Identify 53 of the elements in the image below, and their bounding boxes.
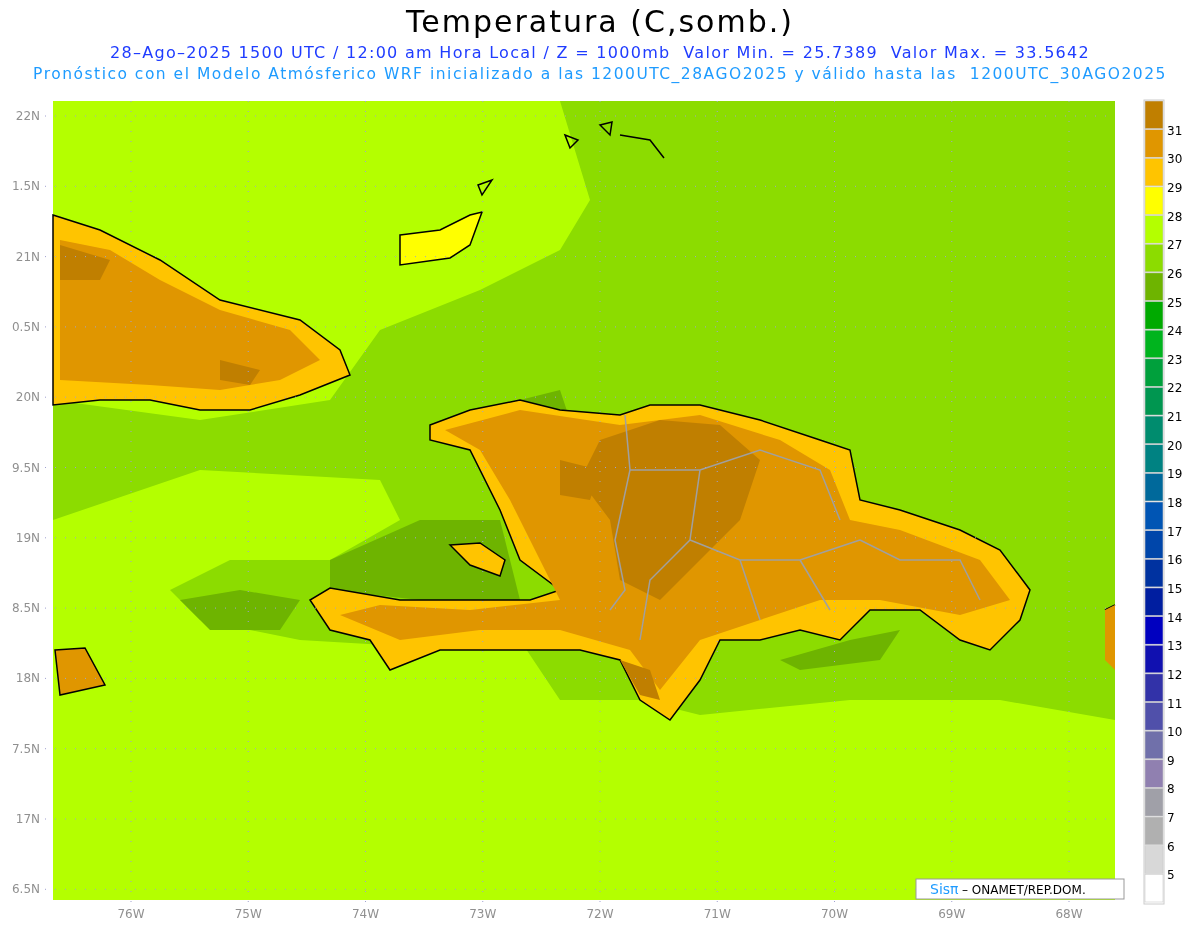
colorbar-label: 14 — [1167, 610, 1183, 625]
colorbar-label: 28 — [1167, 209, 1183, 224]
colorbar-label: 17 — [1167, 524, 1183, 539]
logo-text: Sisπ — [930, 881, 959, 897]
latitude-label: 17N — [15, 812, 40, 826]
colorbar-label: 13 — [1167, 639, 1183, 654]
colorbar-label: 27 — [1167, 238, 1183, 253]
latitude-label: 22N — [15, 109, 40, 123]
colorbar-label: 18 — [1167, 496, 1183, 510]
colorbar-label: 26 — [1167, 266, 1183, 281]
latitude-label: 9.5N — [11, 460, 40, 475]
colorbar-label: 21 — [1167, 410, 1183, 425]
colorbar-label: 8 — [1167, 782, 1175, 797]
longitude-label: 73W — [469, 907, 497, 921]
longitude-label: 76W — [117, 907, 145, 921]
colorbar-label: 16 — [1167, 553, 1183, 568]
longitude-label: 71W — [703, 907, 731, 921]
colorbar-label: 6 — [1167, 839, 1175, 854]
colorbar-label: 31 — [1167, 123, 1183, 138]
longitude-label: 75W — [234, 907, 262, 921]
colorbar-label: 19 — [1167, 467, 1183, 482]
longitude-label: 74W — [351, 907, 380, 921]
chart-title: Temperatura (C,somb.) — [406, 3, 794, 41]
chart-subtitle: 28–Ago–2025 1500 UTC / 12:00 am Hora Local / Z = 1000mb Valor Min. = 25.7389 Valor Max. = 33.5642 — [109, 42, 1091, 64]
colorbar-label: 29 — [1167, 180, 1183, 195]
colorbar-label: 9 — [1167, 753, 1175, 768]
longitude-label: 70W — [820, 907, 849, 921]
colorbar-label: 7 — [1167, 811, 1175, 826]
longitude-label: 68W — [1055, 907, 1083, 921]
colorbar-label: 10 — [1167, 725, 1183, 740]
colorbar-label: 25 — [1167, 295, 1183, 310]
colorbar-label: 11 — [1167, 696, 1183, 711]
latitude-label: 0.5N — [11, 319, 40, 334]
longitude-label: 72W — [586, 907, 614, 921]
colorbar-label: 30 — [1167, 152, 1183, 167]
latitude-label: 6.5N — [11, 882, 40, 897]
latitude-label: 1.5N — [11, 179, 40, 194]
latitude-label: 7.5N — [11, 741, 40, 756]
colorbar-label: 5 — [1167, 868, 1175, 883]
latitude-label: 20N — [15, 390, 40, 405]
colorbar-label: 15 — [1167, 581, 1183, 596]
latitude-label: 8.5N — [11, 601, 40, 616]
latitude-label: 18N — [15, 671, 40, 686]
latitude-label: 21N — [15, 249, 40, 264]
colorbar-label: 12 — [1167, 667, 1183, 682]
colorbar-label: 20 — [1167, 438, 1183, 453]
longitude-label: 69W — [938, 907, 966, 921]
colorbar-label: 22 — [1167, 381, 1183, 396]
latitude-label: 19N — [15, 530, 40, 545]
colorbar-label: 23 — [1167, 352, 1183, 367]
chart-description: Pronóstico con el Modelo Atmósferico WRF inicializado a las 1200UTC_28AGO2025 y válido hasta las 1200UTC_30AGO2025 — [33, 64, 1167, 84]
colorbar-label: 24 — [1167, 324, 1183, 339]
credit-text: – ONAMET/REP.DOM. — [962, 883, 1086, 897]
